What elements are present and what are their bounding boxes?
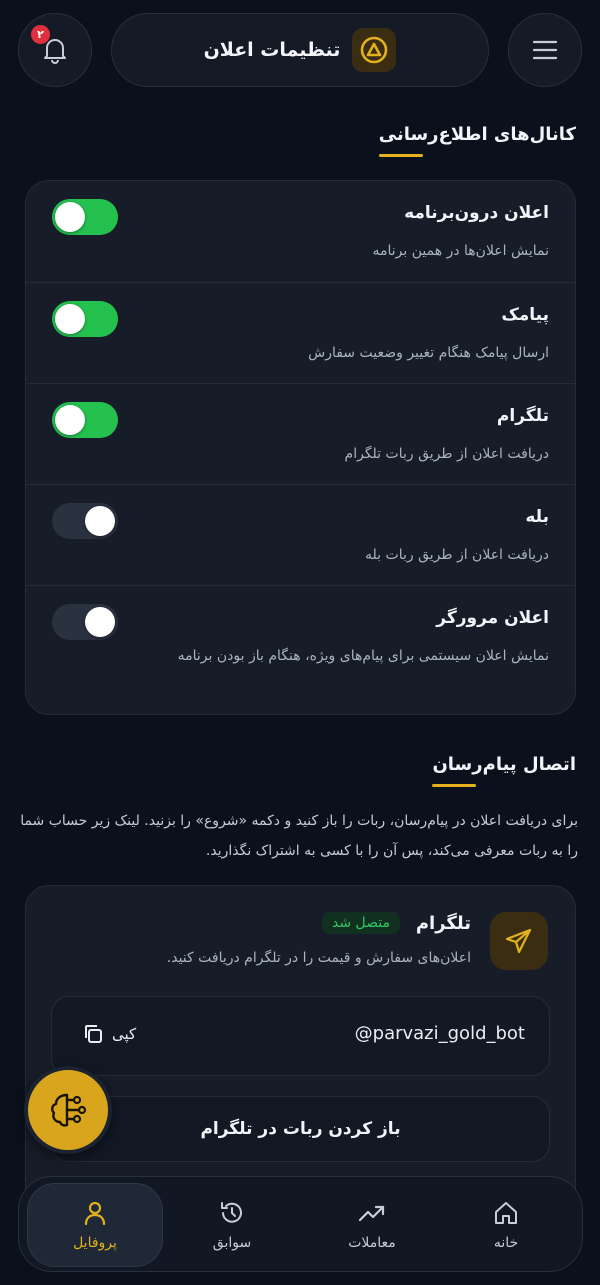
copy-button[interactable]: کپی — [82, 1023, 136, 1045]
bot-handle-box: @parvazi_gold_bot کپی — [51, 996, 550, 1076]
nav-label: سوابق — [212, 1235, 252, 1251]
telegram-title: تلگرام — [415, 913, 471, 934]
in-app-toggle[interactable] — [52, 199, 118, 235]
bottom-nav: خانه معاملات سوابق پروفایل — [18, 1176, 583, 1272]
channel-desc: نمایش اعلان‌ها در همین برنامه — [372, 243, 549, 259]
nav-label: خانه — [493, 1235, 519, 1251]
channel-row-bale: بله دریافت اعلان از طریق ربات بله — [26, 484, 575, 585]
nav-label: پروفایل — [73, 1235, 117, 1251]
channel-label: پیامک — [501, 305, 549, 325]
nav-profile[interactable]: پروفایل — [27, 1183, 163, 1267]
menu-button[interactable] — [508, 13, 582, 87]
channel-label: بله — [525, 507, 549, 527]
channel-label: اعلان درون‌برنامه — [404, 203, 549, 223]
messenger-section-title: اتصال پیام‌رسان — [432, 754, 576, 787]
channels-card: اعلان درون‌برنامه نمایش اعلان‌ها در همین… — [25, 180, 576, 715]
channel-desc: دریافت اعلان از طریق ربات تلگرام — [344, 446, 549, 462]
channel-desc: ارسال پیامک هنگام تغییر وضعیت سفارش — [308, 345, 549, 361]
user-icon — [84, 1201, 106, 1226]
ai-assistant-button[interactable] — [24, 1066, 112, 1154]
telegram-desc: اعلان‌های سفارش و قیمت را در تلگرام دریا… — [166, 950, 471, 966]
history-icon — [221, 1202, 242, 1223]
telegram-icon — [490, 912, 548, 970]
channel-label: تلگرام — [496, 406, 549, 426]
channel-desc: دریافت اعلان از طریق ربات بله — [365, 547, 549, 563]
app-logo — [352, 28, 397, 72]
brain-circuit-icon — [51, 1093, 87, 1127]
channel-row-telegram: تلگرام دریافت اعلان از طریق ربات تلگرام — [26, 383, 575, 484]
nav-home[interactable]: خانه — [438, 1183, 574, 1267]
channel-row-in-app: اعلان درون‌برنامه نمایش اعلان‌ها در همین… — [26, 181, 575, 282]
notifications-button[interactable]: ۲ — [18, 13, 92, 87]
nav-history[interactable]: سوابق — [164, 1183, 300, 1267]
page-title: تنظیمات اعلان — [203, 39, 341, 61]
channel-desc: نمایش اعلان سیستمی برای پیام‌های ویژه، ه… — [177, 648, 549, 664]
open-bot-button[interactable]: باز کردن ربات در تلگرام — [51, 1096, 550, 1162]
status-badge: متصل شد — [322, 912, 400, 934]
nav-label: معاملات — [348, 1235, 396, 1251]
bale-toggle[interactable] — [52, 503, 118, 539]
channel-label: اعلان مرورگر — [436, 608, 549, 628]
home-icon — [495, 1202, 517, 1224]
menu-icon — [532, 40, 558, 60]
bot-handle: @parvazi_gold_bot — [354, 1023, 525, 1044]
messenger-description: برای دریافت اعلان در پیام‌رسان، ربات را … — [20, 813, 578, 859]
trending-up-icon — [358, 1205, 385, 1222]
copy-label: کپی — [112, 1025, 137, 1043]
telegram-toggle[interactable] — [52, 402, 118, 438]
browser-toggle[interactable] — [52, 604, 118, 640]
page-title-bar: تنظیمات اعلان — [111, 13, 489, 87]
channel-row-browser: اعلان مرورگر نمایش اعلان سیستمی برای پیا… — [26, 585, 575, 716]
copy-icon — [85, 1025, 102, 1043]
channels-section-title: کانال‌های اطلاع‌رسانی — [378, 124, 576, 157]
sms-toggle[interactable] — [52, 301, 118, 337]
channel-row-sms: پیامک ارسال پیامک هنگام تغییر وضعیت سفار… — [26, 282, 575, 383]
notification-badge: ۲ — [31, 25, 50, 44]
telegram-card: تلگرام متصل شد اعلان‌های سفارش و قیمت را… — [25, 885, 576, 1215]
nav-trades[interactable]: معاملات — [304, 1183, 440, 1267]
